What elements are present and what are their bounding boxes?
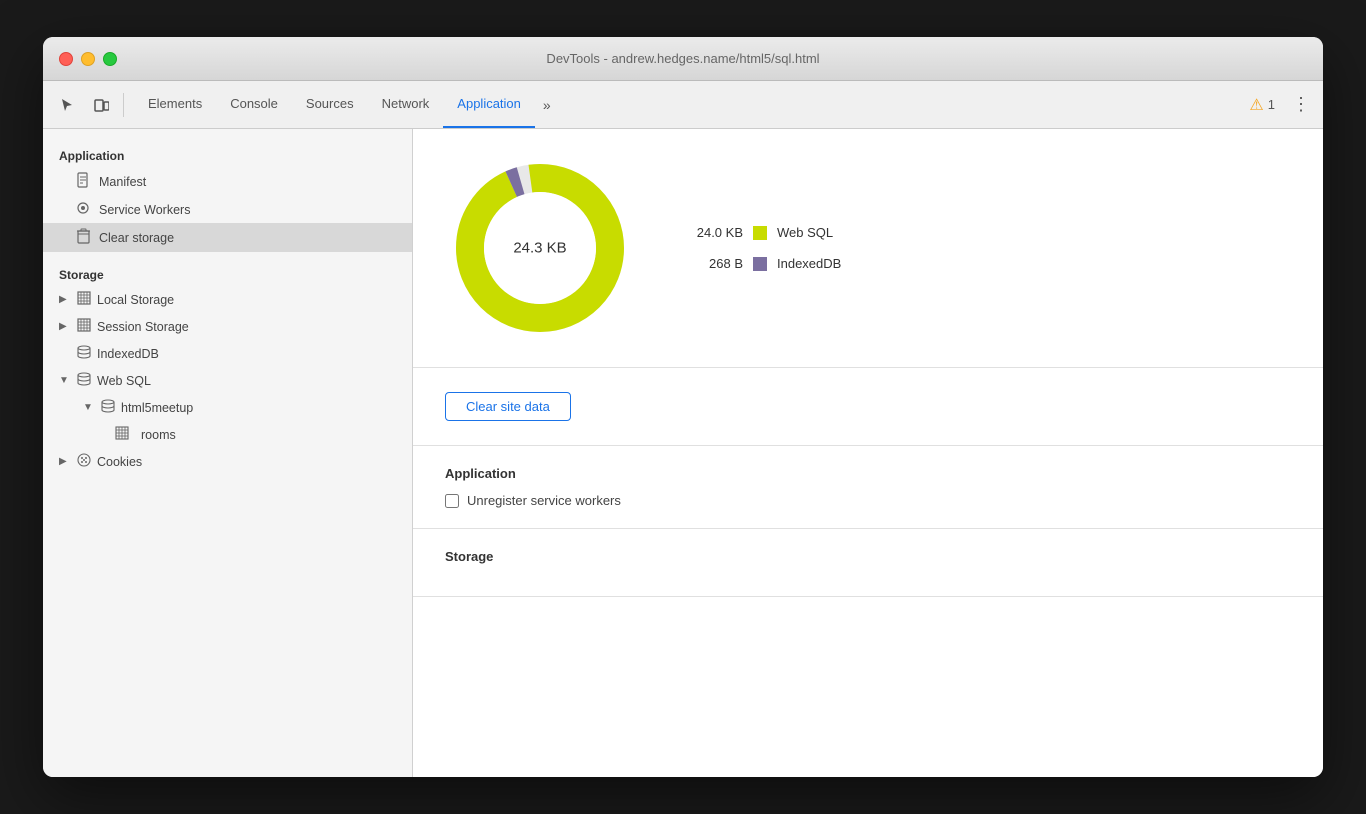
donut-chart: 24.3 KB [445,153,635,343]
sidebar: Application Manifest Service Workers [43,129,413,777]
storage-config-title: Storage [445,549,1291,564]
main-area: Application Manifest Service Workers [43,129,1323,777]
manifest-icon [75,172,91,191]
sidebar-item-indexeddb[interactable]: IndexedDB [43,340,412,367]
toolbar-right: ⚠ 1 ⋮ [1241,91,1315,119]
toolbar-divider [123,93,124,117]
application-config-title: Application [445,466,1291,481]
clear-data-section: Clear site data [413,368,1323,446]
warning-count: 1 [1268,97,1275,112]
web-sql-icon [77,372,91,389]
service-workers-icon [75,201,91,218]
websql-value: 24.0 KB [683,225,743,240]
traffic-lights [59,52,117,66]
close-button[interactable] [59,52,73,66]
tab-application[interactable]: Application [443,81,535,128]
application-section: Application Manifest Service Workers [43,141,412,252]
indexeddb-color-swatch [753,257,767,271]
html5meetup-label: html5meetup [121,401,193,415]
unregister-sw-label[interactable]: Unregister service workers [467,493,621,508]
session-storage-icon [77,318,91,335]
sidebar-item-service-workers[interactable]: Service Workers [43,196,412,223]
sidebar-item-html5meetup[interactable]: ▼ html5meetup [43,394,412,421]
clear-site-data-button[interactable]: Clear site data [445,392,571,421]
cookies-toggle[interactable]: ▶ [59,456,71,467]
sidebar-item-session-storage[interactable]: ▶ Session Storage [43,313,412,340]
sidebar-item-manifest[interactable]: Manifest [43,167,412,196]
cookies-label: Cookies [97,455,142,469]
inspect-element-button[interactable] [51,89,83,121]
more-tabs-button[interactable]: » [535,81,559,128]
tab-network[interactable]: Network [368,81,444,128]
titlebar: DevTools - andrew.hedges.name/html5/sql.… [43,37,1323,81]
window-title: DevTools - andrew.hedges.name/html5/sql.… [546,51,819,66]
storage-section: Storage ▶ Local Storage ▶ Session Storag… [43,260,412,475]
sidebar-item-cookies[interactable]: ▶ Cookies [43,448,412,475]
device-icon [93,97,109,113]
legend-indexeddb: 268 B IndexedDB [683,256,841,271]
indexeddb-icon [77,345,91,362]
donut-center-label: 24.3 KB [513,240,566,257]
html5meetup-toggle[interactable]: ▼ [83,402,95,413]
content-area: 24.3 KB 24.0 KB Web SQL 268 B IndexedDB [413,129,1323,777]
session-storage-label: Session Storage [97,320,189,334]
clear-storage-icon [75,228,91,247]
session-storage-toggle[interactable]: ▶ [59,321,71,332]
websql-color-swatch [753,226,767,240]
toolbar-tabs: Elements Console Sources Network Applica… [134,81,1239,128]
sidebar-item-local-storage[interactable]: ▶ Local Storage [43,286,412,313]
unregister-sw-row: Unregister service workers [445,493,1291,508]
sidebar-item-clear-storage[interactable]: Clear storage [43,223,412,252]
local-storage-label: Local Storage [97,293,174,307]
devtools-window: DevTools - andrew.hedges.name/html5/sql.… [43,37,1323,777]
rooms-label: rooms [141,428,176,442]
application-config-section: Application Unregister service workers [413,446,1323,529]
maximize-button[interactable] [103,52,117,66]
chart-legend: 24.0 KB Web SQL 268 B IndexedDB [683,225,841,271]
application-section-label: Application [43,141,412,167]
rooms-icon [115,426,129,443]
minimize-button[interactable] [81,52,95,66]
legend-websql: 24.0 KB Web SQL [683,225,841,240]
indexeddb-name: IndexedDB [777,256,841,271]
warning-icon: ⚠ [1249,95,1263,115]
websql-name: Web SQL [777,225,833,240]
local-storage-icon [77,291,91,308]
toolbar: Elements Console Sources Network Applica… [43,81,1323,129]
unregister-sw-checkbox[interactable] [445,494,459,508]
storage-section-label: Storage [43,260,412,286]
web-sql-toggle[interactable]: ▼ [59,375,71,386]
sidebar-item-rooms[interactable]: rooms [43,421,412,448]
service-workers-label: Service Workers [99,203,190,217]
indexeddb-label: IndexedDB [97,347,159,361]
manifest-label: Manifest [99,175,146,189]
html5meetup-icon [101,399,115,416]
indexeddb-value: 268 B [683,256,743,271]
warning-badge[interactable]: ⚠ 1 [1241,91,1283,119]
local-storage-toggle[interactable]: ▶ [59,294,71,305]
kebab-menu-button[interactable]: ⋮ [1287,91,1315,119]
tab-elements[interactable]: Elements [134,81,216,128]
clear-storage-label: Clear storage [99,231,174,245]
storage-config-section: Storage [413,529,1323,597]
tab-console[interactable]: Console [216,81,292,128]
sidebar-item-web-sql[interactable]: ▼ Web SQL [43,367,412,394]
cookies-icon [77,453,91,470]
cursor-icon [59,97,75,113]
tab-sources[interactable]: Sources [292,81,368,128]
storage-usage-section: 24.3 KB 24.0 KB Web SQL 268 B IndexedDB [413,129,1323,368]
device-toolbar-button[interactable] [85,89,117,121]
web-sql-label: Web SQL [97,374,151,388]
